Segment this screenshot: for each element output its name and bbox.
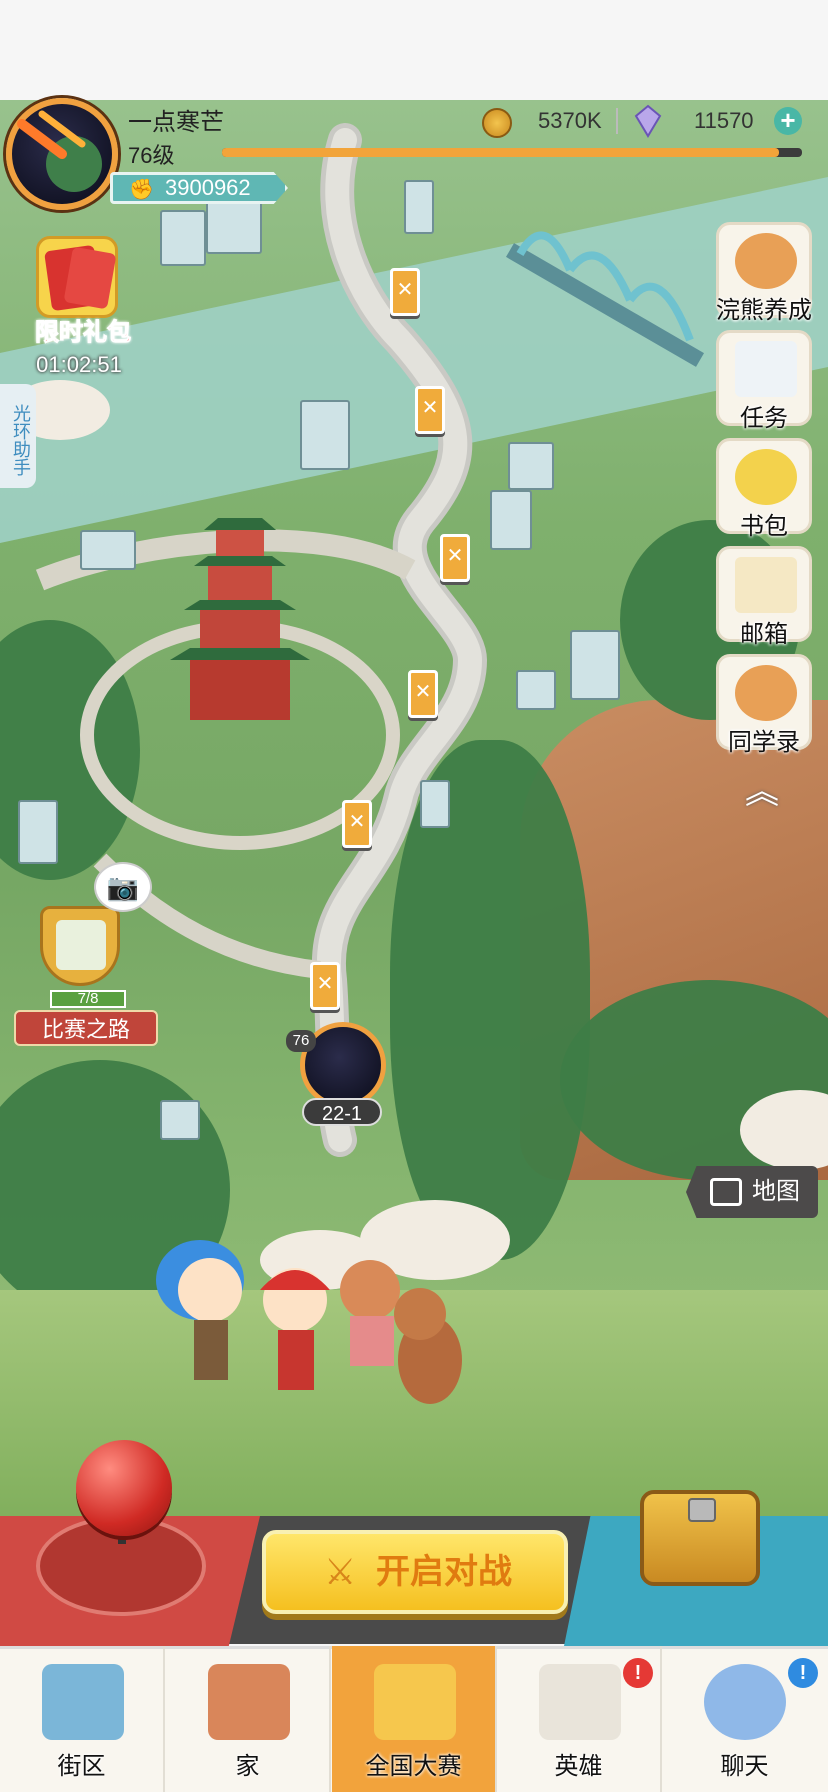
cup-road-label[interactable]: 比赛之路 (14, 1010, 158, 1046)
cup-badge (56, 920, 106, 970)
cards-icon (539, 1664, 621, 1740)
xp-progress-bar (222, 148, 802, 157)
building (300, 400, 350, 470)
nav-chat[interactable]: 聊天 ! (662, 1646, 827, 1792)
alert-badge: ! (788, 1658, 818, 1688)
building (80, 530, 136, 570)
signpost-icon (42, 1664, 124, 1740)
backpack-label: 书包 (740, 513, 788, 540)
camera-icon[interactable]: 📷 (94, 862, 152, 912)
stage-node[interactable]: ✕ (342, 800, 372, 848)
building (570, 630, 620, 700)
nav-label: 家 (235, 1753, 260, 1780)
building (404, 180, 434, 234)
start-battle-button[interactable]: ⚔ 开启对战 (262, 1530, 568, 1614)
building (490, 490, 532, 550)
classmates-label: 同学录 (728, 729, 800, 756)
nav-label: 全国大赛 (365, 1753, 462, 1780)
xp-progress-fill (222, 148, 779, 157)
chat-bubble-icon (704, 1664, 786, 1740)
envelope-icon (735, 557, 797, 613)
stage-node[interactable]: ✕ (440, 534, 470, 582)
arch-bridge (505, 231, 705, 367)
add-gems-button[interactable]: + (774, 107, 802, 135)
treasure-chest[interactable] (640, 1490, 760, 1586)
tasks-label: 任务 (740, 405, 788, 432)
house-icon (208, 1664, 290, 1740)
building (160, 210, 206, 266)
building (420, 780, 450, 828)
gift-pack-timer: 01:02:51 (36, 352, 122, 377)
lock-icon (688, 1498, 716, 1522)
nav-label: 街区 (57, 1753, 106, 1780)
combat-power-value: 3900962 (165, 175, 251, 200)
crossed-swords-icon: ⚔ (324, 1551, 357, 1592)
stage-node[interactable]: ✕ (390, 268, 420, 316)
stage-node[interactable]: ✕ (310, 962, 340, 1010)
map-button-label: 地图 (752, 1178, 800, 1205)
nav-home[interactable]: 家 (166, 1646, 331, 1792)
nav-label: 聊天 (720, 1753, 769, 1780)
gem-value: 11570 (694, 108, 754, 133)
classmate-icon (735, 665, 797, 721)
stage-player-level: 76 (286, 1030, 316, 1052)
nav-heroes[interactable]: 英雄 ! (497, 1646, 662, 1792)
collapse-menu-chevron-icon[interactable]: ︽ (740, 772, 784, 812)
joystick-icon[interactable] (76, 1440, 172, 1536)
map-button[interactable]: 地图 (686, 1166, 818, 1218)
start-battle-label: 开启对战 (376, 1553, 512, 1591)
current-stage-label[interactable]: 22-1 (302, 1098, 382, 1126)
player-level: 76级 (128, 143, 175, 168)
trophy-icon (374, 1664, 456, 1740)
clipboard-icon (735, 341, 797, 397)
player-avatar[interactable] (6, 98, 118, 210)
status-bar-area (0, 0, 828, 100)
nav-district[interactable]: 街区 (0, 1646, 165, 1792)
cup-progress: 7/8 (50, 990, 126, 1008)
player-name: 一点寒芒 (128, 109, 224, 136)
raccoon-training-label: 浣熊养成 (716, 297, 812, 324)
meteor-avatar-art (17, 110, 102, 192)
mailbox-label: 邮箱 (740, 621, 788, 648)
halo-assistant-tab[interactable]: 光环助手 (0, 384, 36, 488)
game-screen: ✕ ✕ ✕ ✕ ✕ ✕ 76 22-1 地图 一点寒芒 76级 ✊ 390096… (0, 0, 828, 1792)
map-icon (710, 1178, 742, 1206)
stage-node[interactable]: ✕ (415, 386, 445, 434)
player-characters[interactable] (120, 1220, 480, 1420)
building (160, 1100, 200, 1140)
currency-divider (616, 108, 618, 134)
coin-icon (482, 108, 512, 138)
building (18, 800, 58, 864)
fist-icon: ✊ (129, 179, 154, 201)
alert-badge: ! (623, 1658, 653, 1688)
red-pagoda (170, 518, 310, 720)
building (508, 442, 554, 490)
coin-value: 5370K (538, 108, 602, 133)
nav-national-contest[interactable]: 全国大赛 (332, 1646, 497, 1792)
stage-node[interactable]: ✕ (408, 670, 438, 718)
nav-label: 英雄 (554, 1753, 603, 1780)
gem-icon (634, 104, 662, 138)
building (516, 670, 556, 710)
combat-power-badge: ✊ 3900962 (110, 172, 288, 204)
gift-pack-label[interactable]: 限时礼包 (22, 312, 144, 347)
raccoon-icon (735, 233, 797, 289)
backpack-icon (735, 449, 797, 505)
